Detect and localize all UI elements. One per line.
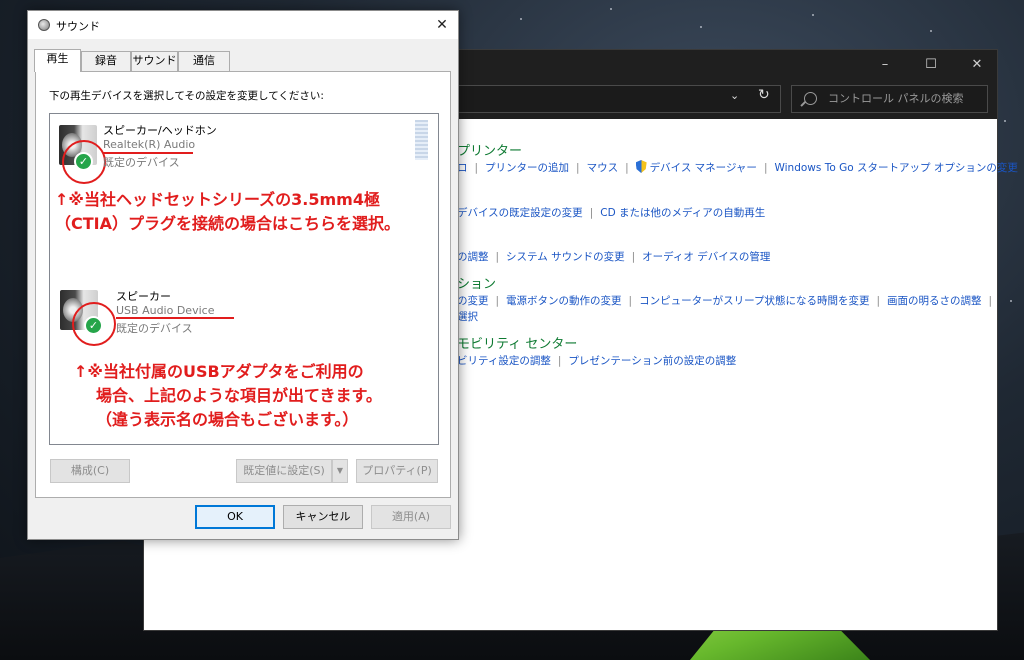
speaker-icon [38, 19, 50, 31]
background-star [1010, 300, 1012, 302]
heading-power[interactable]: ション [457, 273, 496, 292]
minimize-button[interactable]: – [862, 50, 908, 81]
checkmark-icon: ✓ [84, 316, 103, 335]
cancel-button[interactable]: キャンセル [283, 505, 363, 529]
link-mobility-settings[interactable]: ビリティ設定の調整 [457, 355, 551, 367]
properties-button[interactable]: プロパティ(P) [356, 459, 438, 483]
links-mobility: ビリティ設定の調整 | プレゼンテーション前の設定の調整 [457, 355, 737, 367]
configure-button[interactable]: 構成(C) [50, 459, 130, 483]
annotation-usb: ↑※当社付属のUSBアダプタをご利用の 場合、上記のような項目が出てきます。 （… [74, 360, 382, 432]
playback-panel: 下の再生デバイスを選択してその設定を変更してください: ✓ スピーカー/ヘッドホ… [35, 71, 451, 498]
set-default-button[interactable]: 既定値に設定(S) [236, 459, 332, 483]
device-driver: USB Audio Device [116, 304, 215, 317]
device-list[interactable]: ✓ スピーカー/ヘッドホン Realtek(R) Audio 既定のデバイス ↑… [49, 113, 439, 445]
annotation-line: ↑※当社付属のUSBアダプタをご利用の [74, 362, 364, 381]
sound-dialog: サウンド ✕ 再生 録音 サウンド 通信 下の再生デバイスを選択してその設定を変… [27, 10, 459, 540]
instruction-text: 下の再生デバイスを選択してその設定を変更してください: [49, 90, 324, 102]
link-volume-adjust[interactable]: の調整 [457, 251, 489, 263]
tab-communications[interactable]: 通信 [178, 51, 230, 71]
heading-mobility[interactable]: モビリティ センター [457, 333, 577, 352]
background-star [1004, 120, 1006, 122]
dialog-titlebar: サウンド ✕ [28, 11, 458, 39]
link-power-button[interactable]: 電源ボタンの動作の変更 [506, 295, 622, 307]
annotation-line: （違う表示名の場合もございます。） [96, 410, 359, 429]
link-power-change[interactable]: の変更 [457, 295, 489, 307]
links-sound: の調整 | システム サウンドの変更 | オーディオ デバイスの管理 [457, 251, 771, 263]
background-star [930, 30, 932, 32]
annotation-line: ↑※当社ヘッドセットシリーズの3.5mm4極 [55, 190, 380, 209]
heading-printers[interactable]: プリンター [457, 140, 522, 159]
tab-playback[interactable]: 再生 [34, 49, 81, 72]
device-name: スピーカー/ヘッドホン [103, 124, 217, 137]
device-status: 既定のデバイス [116, 322, 193, 335]
link-brightness[interactable]: 画面の明るさの調整 [887, 295, 982, 307]
set-default-dropdown-icon[interactable]: ▼ [332, 459, 348, 483]
links-autoplay: デバイスの既定設定の変更 | CD または他のメディアの自動再生 [457, 207, 766, 219]
background-star [520, 18, 522, 20]
link-presentation-settings[interactable]: プレゼンテーション前の設定の調整 [568, 355, 736, 367]
link-windows-to-go[interactable]: Windows To Go スタートアップ オプションの変更 [774, 162, 1017, 174]
links-power: の変更 | 電源ボタンの動作の変更 | コンピューターがスリープ状態になる時間を変更 | 画… [457, 295, 993, 307]
background-star [812, 14, 814, 16]
highlight-underline [116, 317, 234, 319]
link-system-sounds[interactable]: システム サウンドの変更 [506, 251, 625, 263]
close-button[interactable]: ✕ [954, 50, 1000, 81]
annotation-headset: ↑※当社ヘッドセットシリーズの3.5mm4極 （CTIA）プラグを接続の場合はこ… [55, 188, 400, 236]
annotation-line: （CTIA）プラグを接続の場合はこちらを選択。 [55, 214, 400, 233]
search-icon [804, 92, 817, 105]
links-power-extra: 選択 [457, 309, 478, 324]
ok-button[interactable]: OK [195, 505, 275, 529]
background-star [700, 26, 702, 28]
link-device-manager[interactable]: デバイス マネージャー [650, 162, 757, 174]
maximize-button[interactable]: ☐ [908, 50, 954, 81]
link-mouse[interactable]: マウス [587, 162, 619, 174]
apply-button[interactable]: 適用(A) [371, 505, 451, 529]
device-driver: Realtek(R) Audio [103, 138, 196, 151]
tab-recording[interactable]: 録音 [81, 51, 131, 71]
search-input[interactable]: コントロール パネルの検索 [791, 85, 988, 113]
refresh-icon[interactable]: ↻ [758, 87, 770, 103]
background-star [610, 8, 612, 10]
device-status: 既定のデバイス [103, 156, 180, 169]
link-audio-devices[interactable]: オーディオ デバイスの管理 [642, 251, 770, 263]
link-device-defaults[interactable]: デバイスの既定設定の変更 [457, 207, 583, 219]
close-icon[interactable]: ✕ [426, 11, 458, 39]
links-printers: ロ | プリンターの追加 | マウス | デバイス マネージャー | Windows To Go… [457, 160, 1018, 174]
link-power-plan-select[interactable]: 選択 [457, 311, 478, 323]
link-add-printer[interactable]: プリンターの追加 [485, 162, 569, 174]
device-name: スピーカー [116, 290, 171, 303]
checkmark-icon: ✓ [74, 152, 93, 171]
link-sleep-time[interactable]: コンピューターがスリープ状態になる時間を変更 [639, 295, 869, 307]
chevron-down-icon[interactable]: ⌄ [730, 89, 739, 102]
link-autoplay-cd[interactable]: CD または他のメディアの自動再生 [600, 207, 765, 219]
dialog-title: サウンド [56, 20, 100, 33]
list-scroll-indicator[interactable] [415, 120, 428, 160]
uac-shield-icon [635, 160, 647, 173]
tab-sounds[interactable]: サウンド [131, 51, 178, 71]
annotation-line: 場合、上記のような項目が出てきます。 [96, 386, 382, 405]
search-placeholder: コントロール パネルの検索 [828, 92, 964, 105]
